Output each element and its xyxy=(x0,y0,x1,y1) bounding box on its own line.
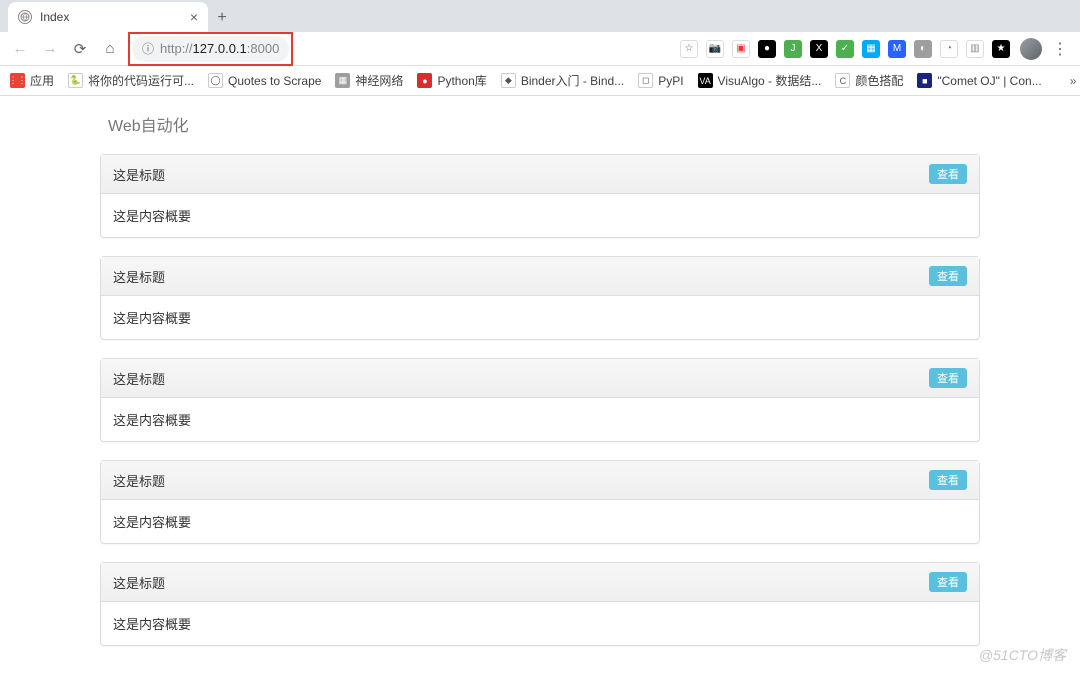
bookmark-icon: ▦ xyxy=(335,73,350,88)
panel-title: 这是标题 xyxy=(113,573,165,592)
extension-icon[interactable]: M xyxy=(888,40,906,58)
url-highlight-annotation: ⓘ http://127.0.0.1:8000 xyxy=(128,32,293,66)
bookmark-icon: 🐍 xyxy=(68,73,83,88)
panel-body: 这是内容概要 xyxy=(101,500,979,543)
bookmark-icon: ■ xyxy=(917,73,932,88)
content-panel: 这是标题 查看这是内容概要 xyxy=(100,460,980,544)
bookmark-item[interactable]: ▦ 神经网络 xyxy=(335,72,403,89)
bookmark-icon: VA xyxy=(698,73,713,88)
extension-icon[interactable]: ● xyxy=(758,40,776,58)
bookmark-item[interactable]: ◆ Binder入门 - Bind... xyxy=(501,72,624,89)
address-bar[interactable]: ⓘ http://127.0.0.1:8000 xyxy=(132,36,289,62)
bookmark-item[interactable]: ● Python库 xyxy=(417,72,486,89)
bookmark-label: Binder入门 - Bind... xyxy=(521,72,624,89)
bookmark-icon: ◯ xyxy=(208,73,223,88)
page-brand: Web自动化 xyxy=(100,106,980,154)
extension-icon[interactable]: X xyxy=(810,40,828,58)
panel-header: 这是标题 查看 xyxy=(101,563,979,602)
bookmark-item[interactable]: ◻ PyPI xyxy=(638,73,683,88)
panel-header: 这是标题 查看 xyxy=(101,155,979,194)
bookmark-item[interactable]: C 颜色搭配 xyxy=(835,72,903,89)
new-tab-button[interactable]: + xyxy=(208,4,236,32)
url-text: http://127.0.0.1:8000 xyxy=(160,41,279,56)
bookmark-item[interactable]: ◯ Quotes to Scrape xyxy=(208,73,321,88)
view-button[interactable]: 查看 xyxy=(929,470,967,490)
bookmark-icon: ◻ xyxy=(638,73,653,88)
bookmark-label: 将你的代码运行可... xyxy=(88,72,194,89)
bookmark-item[interactable]: 🐍 将你的代码运行可... xyxy=(68,72,194,89)
bookmarks-bar: ⋮⋮ 应用 🐍 将你的代码运行可... ◯ Quotes to Scrape ▦ 神经网络 ● P… xyxy=(0,66,1080,96)
extension-icon[interactable]: ★ xyxy=(992,40,1010,58)
view-button[interactable]: 查看 xyxy=(929,164,967,184)
view-button[interactable]: 查看 xyxy=(929,266,967,286)
bookmark-label: Quotes to Scrape xyxy=(228,74,321,88)
bookmark-label: VisuAlgo - 数据结... xyxy=(718,72,822,89)
bookmark-label: 应用 xyxy=(30,72,54,89)
extension-icon[interactable]: ▣ xyxy=(732,40,750,58)
profile-avatar[interactable] xyxy=(1020,38,1042,60)
toolbar: ← → ⟳ ⌂ ⓘ http://127.0.0.1:8000 ☆ 📷 ▣ ● JX ✓ ▦… xyxy=(0,32,1080,66)
panel-body: 这是内容概要 xyxy=(101,602,979,645)
bookmark-item[interactable]: ■ "Comet OJ" | Con... xyxy=(917,73,1041,88)
content-panel: 这是标题 查看这是内容概要 xyxy=(100,154,980,238)
bookmark-icon: ◆ xyxy=(501,73,516,88)
panel-header: 这是标题 查看 xyxy=(101,359,979,398)
close-tab-icon[interactable]: × xyxy=(190,9,198,25)
bookmark-label: 颜色搭配 xyxy=(855,72,903,89)
extensions-row: ☆ 📷 ▣ ● JX ✓ ▦ M ◐ ◔ ▥ ★ xyxy=(680,40,1014,58)
browser-tab[interactable]: Index × xyxy=(8,2,208,32)
content-panel: 这是标题 查看这是内容概要 xyxy=(100,562,980,646)
extension-icon[interactable]: J xyxy=(784,40,802,58)
bookmark-icon: ● xyxy=(417,73,432,88)
tab-bar: Index × + xyxy=(0,0,1080,32)
extension-icon[interactable]: ▥ xyxy=(966,40,984,58)
content-panel: 这是标题 查看这是内容概要 xyxy=(100,256,980,340)
favicon-globe-icon xyxy=(18,10,32,24)
watermark: @51CTO博客 xyxy=(979,645,1066,665)
extension-icon[interactable]: ◔ xyxy=(940,40,958,58)
extension-icon[interactable]: ☆ xyxy=(680,40,698,58)
view-button[interactable]: 查看 xyxy=(929,368,967,388)
bookmark-icon: ⋮⋮ xyxy=(10,73,25,88)
tab-title: Index xyxy=(40,10,69,24)
reload-button[interactable]: ⟳ xyxy=(68,37,92,61)
site-info-icon[interactable]: ⓘ xyxy=(142,40,154,57)
panel-title: 这是标题 xyxy=(113,165,165,184)
extension-icon[interactable]: ◐ xyxy=(914,40,932,58)
panel-title: 这是标题 xyxy=(113,267,165,286)
bookmark-label: 神经网络 xyxy=(355,72,403,89)
bookmark-label: "Comet OJ" | Con... xyxy=(937,74,1041,88)
bookmark-label: PyPI xyxy=(658,74,683,88)
browser-menu-button[interactable]: ⋮ xyxy=(1048,39,1072,59)
panel-body: 这是内容概要 xyxy=(101,296,979,339)
panel-body: 这是内容概要 xyxy=(101,194,979,237)
extension-icon[interactable]: ✓ xyxy=(836,40,854,58)
bookmarks-overflow[interactable]: » xyxy=(1070,74,1077,88)
panel-title: 这是标题 xyxy=(113,471,165,490)
bookmark-item[interactable]: ⋮⋮ 应用 xyxy=(10,72,54,89)
bookmark-icon: C xyxy=(835,73,850,88)
bookmark-label: Python库 xyxy=(437,72,486,89)
bookmark-item[interactable]: VA VisuAlgo - 数据结... xyxy=(698,72,822,89)
view-button[interactable]: 查看 xyxy=(929,572,967,592)
content-panel: 这是标题 查看这是内容概要 xyxy=(100,358,980,442)
extension-icon[interactable]: ▦ xyxy=(862,40,880,58)
forward-button[interactable]: → xyxy=(38,37,62,61)
back-button[interactable]: ← xyxy=(8,37,32,61)
extension-icon[interactable]: 📷 xyxy=(706,40,724,58)
panel-header: 这是标题 查看 xyxy=(101,461,979,500)
page-content: Web自动化 这是标题查看这是内容概要这是标题查看这是内容概要这是标题查看这是内… xyxy=(0,96,1080,646)
panel-header: 这是标题 查看 xyxy=(101,257,979,296)
home-button[interactable]: ⌂ xyxy=(98,37,122,61)
panel-title: 这是标题 xyxy=(113,369,165,388)
panel-body: 这是内容概要 xyxy=(101,398,979,441)
